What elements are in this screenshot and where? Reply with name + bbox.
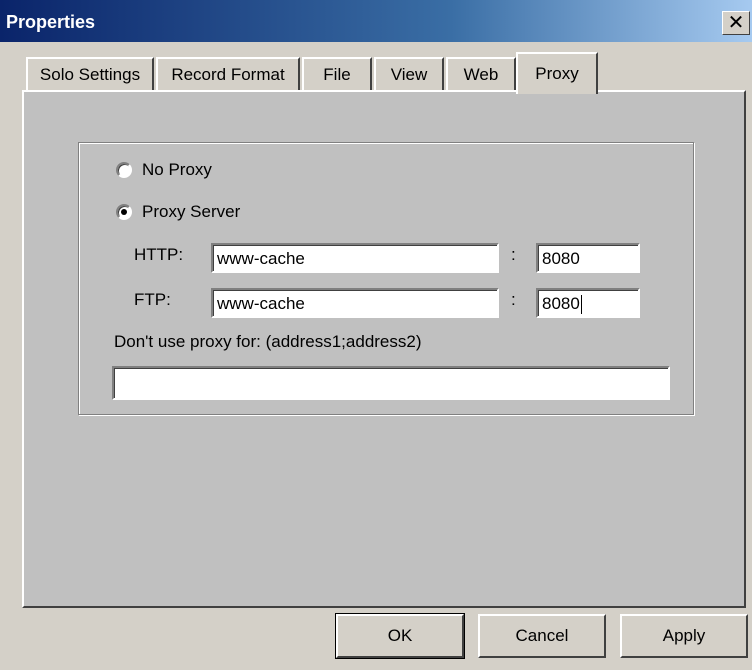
ftp-host-input[interactable]: www-cache: [211, 288, 499, 318]
no-proxy-option[interactable]: No Proxy: [116, 160, 212, 180]
text-caret: [580, 295, 582, 315]
close-icon: ✕: [727, 10, 745, 34]
tab-label: Record Format: [171, 65, 285, 84]
proxy-server-label: Proxy Server: [142, 202, 241, 221]
proxy-server-option[interactable]: Proxy Server: [116, 202, 240, 222]
cancel-button[interactable]: Cancel: [478, 614, 606, 658]
exclude-input[interactable]: [112, 366, 670, 400]
exclude-label: Don't use proxy for: (address1;address2): [114, 332, 422, 351]
ftp-host-value: www-cache: [217, 294, 305, 313]
tab-web[interactable]: Web: [446, 57, 516, 91]
http-host-input[interactable]: www-cache: [211, 243, 499, 273]
tab-label: File: [323, 65, 351, 84]
tab-label: Web: [463, 65, 499, 84]
no-proxy-radio[interactable]: [116, 162, 132, 178]
tab-label: View: [390, 65, 428, 84]
title-bar: Properties ✕: [0, 0, 752, 42]
http-port-separator: :: [511, 245, 516, 264]
apply-label: Apply: [662, 626, 706, 645]
ftp-port-input[interactable]: 8080: [536, 288, 640, 318]
http-label: HTTP:: [134, 245, 184, 264]
http-port-input[interactable]: 8080: [536, 243, 640, 273]
http-port-value: 8080: [542, 249, 580, 268]
tab-label: Solo Settings: [39, 65, 141, 84]
ftp-port-separator: :: [511, 290, 516, 309]
close-button[interactable]: ✕: [722, 11, 750, 35]
tab-proxy[interactable]: Proxy: [516, 52, 598, 94]
no-proxy-label: No Proxy: [142, 160, 212, 179]
tab-view[interactable]: View: [374, 57, 444, 91]
tab-file[interactable]: File: [302, 57, 372, 91]
proxy-server-radio[interactable]: [116, 204, 132, 220]
ftp-label: FTP:: [134, 290, 171, 309]
http-host-value: www-cache: [217, 249, 305, 268]
ftp-port-value: 8080: [542, 294, 580, 313]
ok-button[interactable]: OK: [335, 613, 465, 659]
tab-solo-settings[interactable]: Solo Settings: [26, 57, 154, 91]
ok-label: OK: [387, 626, 413, 645]
window-title: Properties: [6, 12, 96, 32]
apply-button[interactable]: Apply: [620, 614, 748, 658]
cancel-label: Cancel: [515, 626, 569, 645]
tab-label: Proxy: [535, 64, 579, 83]
tab-record-format[interactable]: Record Format: [156, 57, 300, 91]
